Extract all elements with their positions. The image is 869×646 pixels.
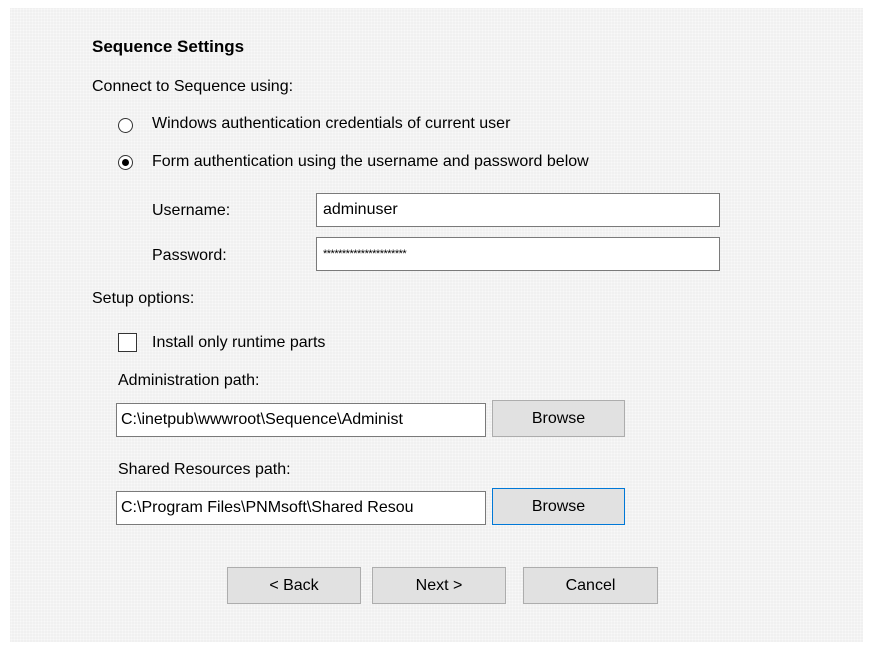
dialog-title: Sequence Settings — [92, 37, 245, 56]
sequence-settings-dialog: Sequence Settings Connect to Sequence us… — [10, 8, 863, 642]
back-button[interactable]: < Back — [227, 567, 361, 604]
runtime-only-label[interactable]: Install only runtime parts — [152, 334, 325, 352]
form-auth-label[interactable]: Form authentication using the username a… — [152, 153, 589, 171]
admin-browse-button[interactable]: Browse — [492, 400, 625, 437]
form-auth-radio[interactable] — [118, 155, 133, 170]
admin-path-field[interactable]: C:\inetpub\wwwroot\Sequence\Administ — [116, 403, 486, 437]
radio-selected-dot — [122, 159, 129, 166]
password-label: Password: — [152, 247, 227, 264]
password-field[interactable]: ********************** — [316, 237, 720, 271]
shared-path-field[interactable]: C:\Program Files\PNMsoft\Shared Resou — [116, 491, 486, 525]
admin-path-label: Administration path: — [118, 372, 260, 389]
windows-auth-radio[interactable] — [118, 118, 133, 133]
next-button[interactable]: Next > — [372, 567, 506, 604]
connect-label: Connect to Sequence using: — [92, 78, 294, 95]
setup-options-label: Setup options: — [92, 290, 195, 307]
windows-auth-label[interactable]: Windows authentication credentials of cu… — [152, 115, 510, 133]
runtime-only-checkbox[interactable] — [118, 333, 137, 352]
username-field[interactable]: adminuser — [316, 193, 720, 227]
shared-browse-button[interactable]: Browse — [492, 488, 625, 525]
shared-path-label: Shared Resources path: — [118, 461, 291, 478]
username-label: Username: — [152, 202, 231, 219]
cancel-button[interactable]: Cancel — [523, 567, 658, 604]
